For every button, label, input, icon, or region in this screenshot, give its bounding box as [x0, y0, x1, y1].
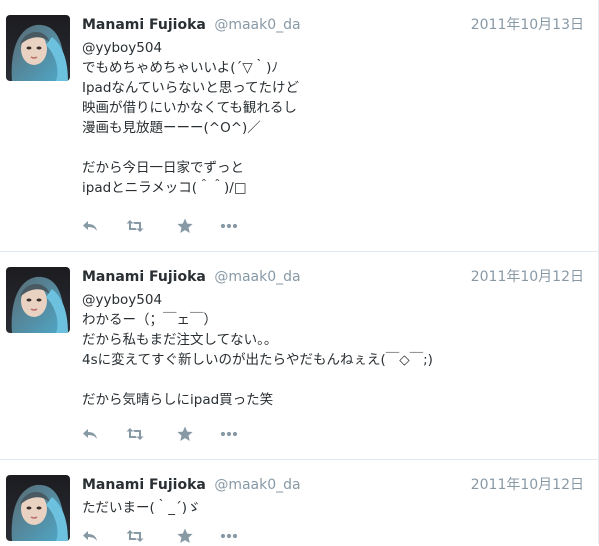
tweet[interactable]: Manami Fujioka @maak0_da 2011年10月12日 @yy…: [0, 252, 598, 460]
tweet[interactable]: Manami Fujioka @maak0_da 2011年10月13日 @yy…: [0, 0, 598, 252]
user-name[interactable]: Manami Fujioka: [82, 17, 206, 33]
more-icon[interactable]: [219, 424, 239, 444]
avatar[interactable]: [6, 475, 70, 541]
user-handle[interactable]: @maak0_da: [214, 269, 300, 285]
tweet-date[interactable]: 2011年10月13日: [471, 15, 584, 35]
tweet[interactable]: Manami Fujioka @maak0_da 2011年10月12日 ただい…: [0, 460, 598, 544]
tweet-text: @yyboy504 わかるー（；￣ェ￣） だから私もまだ注文してない。。 4sに…: [82, 292, 433, 408]
tweet-header: Manami Fujioka @maak0_da 2011年10月13日: [82, 15, 584, 37]
tweet-date[interactable]: 2011年10月12日: [471, 475, 584, 495]
reply-icon[interactable]: [80, 216, 100, 236]
avatar[interactable]: [6, 15, 70, 81]
star-icon[interactable]: [175, 424, 195, 444]
avatar-image: [6, 15, 70, 81]
retweet-icon[interactable]: [125, 526, 145, 546]
tweet-text: @yyboy504 でもめちゃめちゃいいよ(´▽｀)ﾉ Ipadなんていらないと…: [82, 40, 300, 196]
tweet-text: ただいまー(｀_´)ゞ: [82, 500, 201, 516]
avatar-image: [6, 475, 70, 541]
user-name[interactable]: Manami Fujioka: [82, 269, 206, 285]
tweet-actions: [80, 424, 280, 444]
reply-icon[interactable]: [80, 424, 100, 444]
retweet-icon[interactable]: [125, 216, 145, 236]
tweet-header: Manami Fujioka @maak0_da 2011年10月12日: [82, 475, 584, 497]
more-icon[interactable]: [219, 216, 239, 236]
avatar[interactable]: [6, 267, 70, 333]
more-icon[interactable]: [219, 526, 239, 546]
tweet-header: Manami Fujioka @maak0_da 2011年10月12日: [82, 267, 584, 289]
user-handle[interactable]: @maak0_da: [214, 477, 300, 493]
reply-icon[interactable]: [80, 526, 100, 546]
star-icon[interactable]: [175, 526, 195, 546]
user-name[interactable]: Manami Fujioka: [82, 477, 206, 493]
star-icon[interactable]: [175, 216, 195, 236]
retweet-icon[interactable]: [125, 424, 145, 444]
timeline: Manami Fujioka @maak0_da 2011年10月13日 @yy…: [0, 0, 599, 544]
tweet-actions: [80, 526, 280, 546]
tweet-date[interactable]: 2011年10月12日: [471, 267, 584, 287]
tweet-actions: [80, 216, 280, 236]
avatar-image: [6, 267, 70, 333]
user-handle[interactable]: @maak0_da: [214, 17, 300, 33]
